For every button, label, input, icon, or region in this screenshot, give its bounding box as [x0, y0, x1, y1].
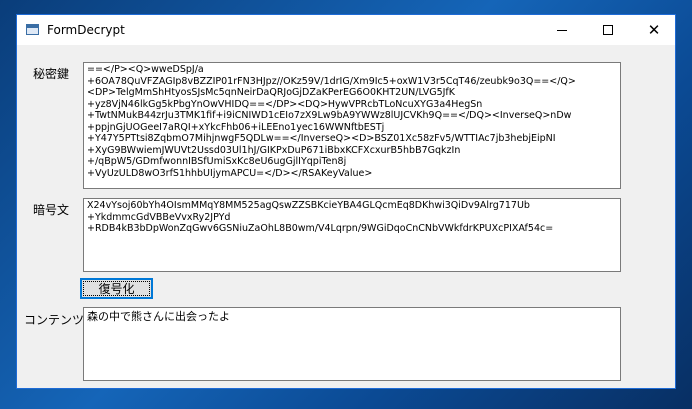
- private-key-textbox[interactable]: ==</P><Q>wweDSpJ/a +6OA78QuVFZAGIp8vBZZI…: [83, 62, 621, 189]
- form-content: 秘密鍵 ==</P><Q>wweDSpJ/a +6OA78QuVFZAGIp8v…: [17, 45, 675, 388]
- minimize-button[interactable]: [539, 15, 585, 45]
- app-icon: [26, 24, 39, 35]
- maximize-icon: [603, 25, 613, 35]
- focus-rectangle: [83, 281, 150, 296]
- ciphertext-label: 暗号文: [33, 203, 70, 217]
- window-title: FormDecrypt: [47, 23, 125, 37]
- private-key-label: 秘密鍵: [33, 67, 70, 81]
- close-button[interactable]: ✕: [631, 15, 677, 45]
- maximize-button[interactable]: [585, 15, 631, 45]
- close-icon: ✕: [647, 20, 661, 39]
- desktop: { "window": { "title": "FormDecrypt", "m…: [0, 0, 692, 409]
- decrypt-button[interactable]: 復号化: [80, 278, 153, 299]
- content-label: コンテンツ: [24, 313, 85, 327]
- minimize-icon: [557, 29, 567, 31]
- content-textbox[interactable]: 森の中で熊さんに出会ったよ: [83, 307, 621, 381]
- title-bar[interactable]: FormDecrypt ✕: [17, 15, 675, 45]
- ciphertext-textbox[interactable]: X24vYsoj60bYh4OIsmMMqY8MM525agQswZZSBKci…: [83, 198, 621, 272]
- form-decrypt-window: FormDecrypt ✕ 秘密鍵 ==</P><Q>wweDSpJ/a +6O…: [16, 14, 676, 389]
